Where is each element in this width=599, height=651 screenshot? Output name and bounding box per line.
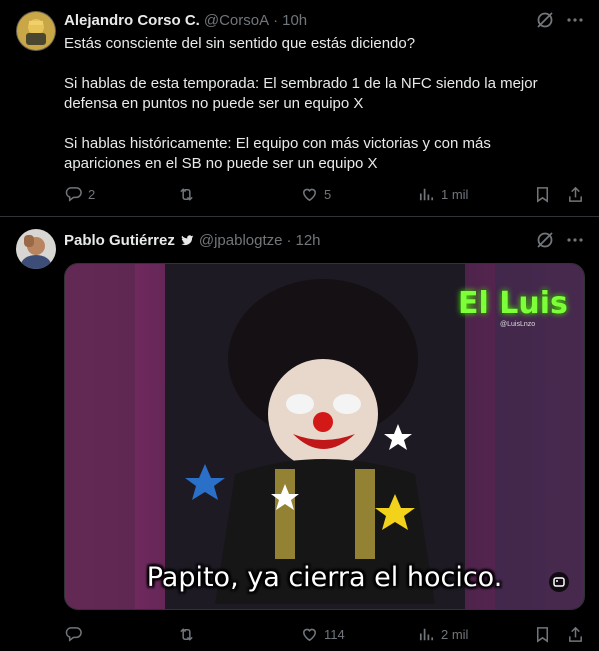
tweet[interactable]: Pablo Gutiérrez @jpablogtze · 12h El Lui… bbox=[0, 217, 599, 651]
tweet-text-line: Si hablas de esta temporada: El sembrado… bbox=[64, 75, 538, 112]
bookmark-button[interactable] bbox=[533, 624, 552, 644]
tweet-text-line: Si hablas históricamente: El equipo con … bbox=[64, 135, 491, 172]
reply-button[interactable]: 2 bbox=[64, 184, 95, 204]
retweet-button[interactable] bbox=[177, 184, 201, 204]
logo-text: El Luis bbox=[458, 286, 568, 321]
twitter-bird-icon bbox=[179, 232, 195, 248]
reply-icon bbox=[65, 186, 82, 202]
grok-icon[interactable] bbox=[535, 10, 555, 30]
share-icon bbox=[569, 186, 582, 202]
channel-logo: El Luis @LuisLnzo bbox=[450, 286, 570, 336]
grok-icon[interactable] bbox=[535, 230, 555, 250]
more-options-icon[interactable] bbox=[565, 230, 585, 250]
retweet-icon bbox=[180, 627, 193, 641]
tweet-text-line: Estás consciente del sin sentido que est… bbox=[64, 35, 416, 52]
like-button[interactable]: 114 bbox=[300, 624, 345, 644]
view-count: 2 mil bbox=[441, 626, 469, 642]
action-bar: 2 5 1 mil bbox=[64, 184, 584, 204]
timestamp[interactable]: 10h bbox=[282, 12, 307, 29]
avatar[interactable] bbox=[16, 229, 56, 269]
more-options-icon[interactable] bbox=[565, 10, 585, 30]
like-count: 114 bbox=[324, 626, 345, 642]
reply-count: 2 bbox=[88, 186, 96, 202]
tweet-text-gap bbox=[64, 54, 564, 74]
share-button[interactable] bbox=[566, 624, 585, 644]
author-name[interactable]: Alejandro Corso C. bbox=[64, 12, 200, 29]
tweet-header: Pablo Gutiérrez @jpablogtze · 12h bbox=[64, 230, 321, 250]
separator-dot: · bbox=[286, 231, 292, 249]
gif-caption: Papito, ya cierra el hocico. bbox=[146, 562, 503, 593]
views-icon bbox=[419, 628, 434, 640]
tweet-text-gap bbox=[64, 114, 564, 134]
tweet-text: Estás consciente del sin sentido que est… bbox=[64, 34, 564, 174]
views-button[interactable]: 1 mil bbox=[417, 184, 468, 204]
retweet-icon bbox=[180, 187, 193, 201]
author-name[interactable]: Pablo Gutiérrez bbox=[64, 232, 175, 249]
share-button[interactable] bbox=[566, 184, 585, 204]
like-button[interactable]: 5 bbox=[300, 184, 331, 204]
tweet[interactable]: Alejandro Corso C. @CorsoA · 10h Estás c… bbox=[0, 0, 599, 216]
reply-button[interactable] bbox=[64, 624, 88, 644]
like-count: 5 bbox=[324, 186, 332, 202]
retweet-button[interactable] bbox=[177, 624, 201, 644]
author-handle[interactable]: @jpablogtze bbox=[199, 232, 283, 249]
avatar[interactable] bbox=[16, 11, 56, 51]
timestamp[interactable]: 12h bbox=[295, 232, 320, 249]
gif-alt-icon[interactable] bbox=[548, 571, 570, 593]
bookmark-icon bbox=[536, 186, 549, 203]
author-handle[interactable]: @CorsoA bbox=[204, 12, 269, 29]
bookmark-icon bbox=[536, 626, 549, 643]
reply-icon bbox=[65, 626, 82, 642]
gif-media[interactable]: El Luis @LuisLnzo Papito, ya cierra el h… bbox=[64, 263, 585, 610]
views-button[interactable]: 2 mil bbox=[417, 624, 468, 644]
tweet-header: Alejandro Corso C. @CorsoA · 10h bbox=[64, 10, 307, 30]
separator-dot: · bbox=[273, 11, 279, 29]
view-count: 1 mil bbox=[441, 186, 469, 202]
action-bar: 114 2 mil bbox=[64, 624, 584, 644]
logo-handle: @LuisLnzo bbox=[500, 321, 536, 328]
heart-icon bbox=[303, 628, 316, 641]
bookmark-button[interactable] bbox=[533, 184, 552, 204]
share-icon bbox=[569, 626, 582, 642]
views-icon bbox=[419, 188, 434, 200]
heart-icon bbox=[303, 188, 316, 201]
